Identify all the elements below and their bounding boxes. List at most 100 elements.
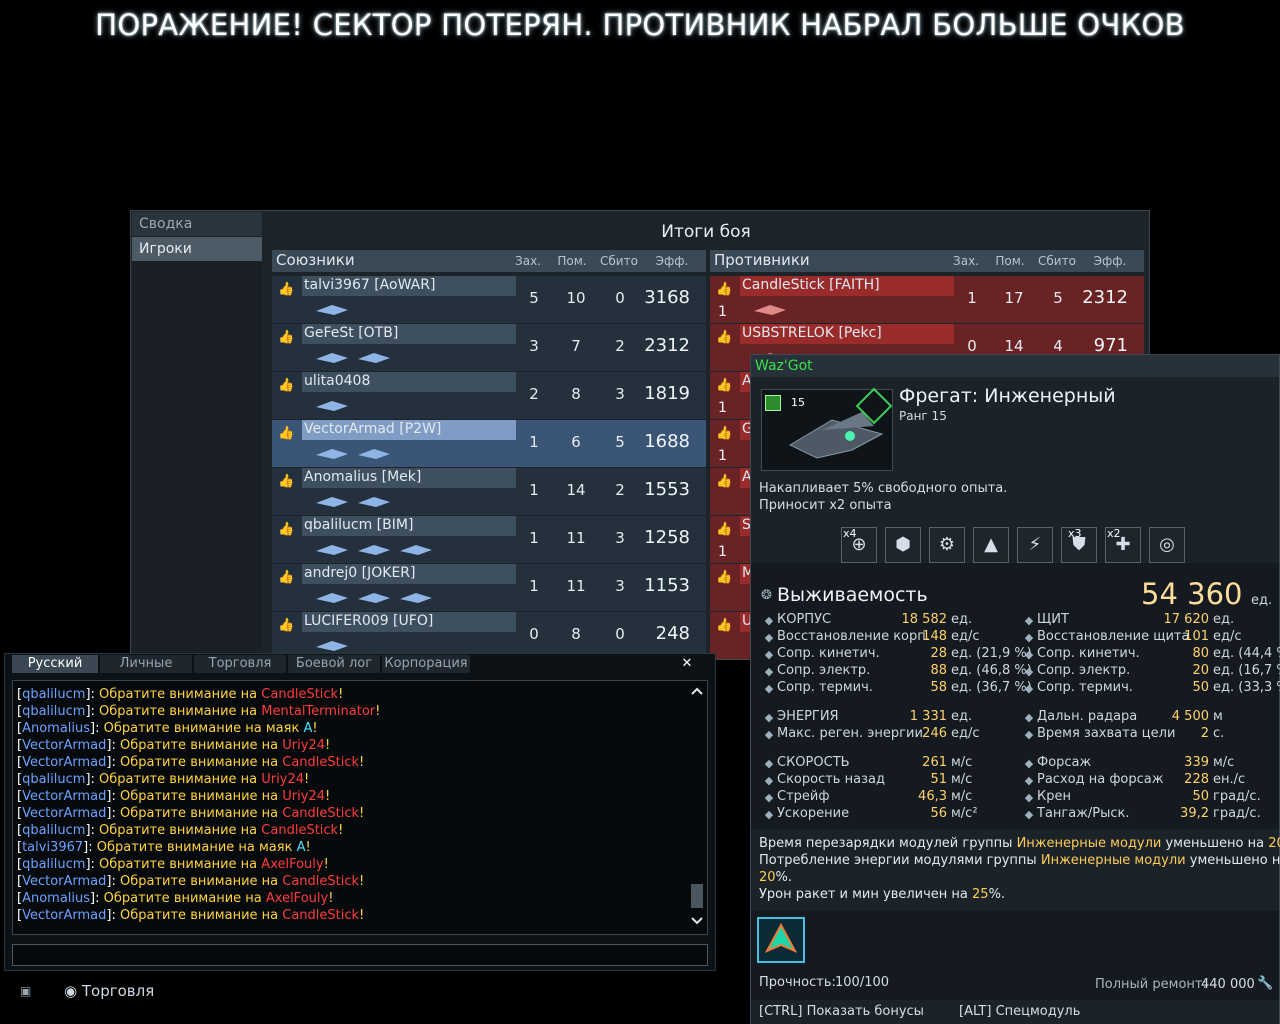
chat-tab-corporation[interactable]: Корпорация [382, 655, 470, 673]
chat-close-icon[interactable]: ✕ [678, 655, 696, 673]
stat-label: Скорость назад [777, 772, 885, 787]
chat-sender[interactable]: qbalilucm [22, 772, 85, 787]
like-icon[interactable]: 👍 [278, 474, 294, 489]
chat-target[interactable]: AxelFouly [266, 891, 328, 906]
desc-part: %. [988, 887, 1006, 902]
module-count-1: x4 [843, 527, 857, 540]
like-icon[interactable]: 👍 [716, 522, 732, 537]
chat-sender[interactable]: VectorArmad [22, 789, 106, 804]
tab-players[interactable]: Игроки [132, 237, 262, 261]
ally-row[interactable]: 👍 andrej0 [JOKER] 1 11 3 1153 [272, 564, 706, 611]
ship-icon[interactable] [752, 298, 792, 320]
enemy-row[interactable]: 👍 CandleStick [FAITH] 1 1 17 5 2312 [710, 276, 1144, 323]
ally-row[interactable]: 👍 qbalilucm [BIM] 1 11 3 1258 [272, 516, 706, 563]
ship-icon[interactable] [398, 586, 438, 608]
stat-icon: ◆ [764, 631, 774, 644]
chat-tab-russian[interactable]: Русский [12, 655, 98, 673]
player-name: GeFeSt [OTB] [302, 324, 516, 344]
chat-target[interactable]: AxelFouly [261, 857, 323, 872]
col-assist: Пом. [995, 254, 1025, 268]
chat-sender[interactable]: VectorArmad [22, 755, 106, 770]
stat-icon: ◆ [1024, 665, 1034, 678]
tab-summary[interactable]: Сводка [132, 212, 262, 236]
player-name: LUCIFER009 [UFO] [302, 612, 516, 632]
like-icon[interactable]: 👍 [716, 330, 732, 345]
chat-sender[interactable]: qbalilucm [22, 857, 85, 872]
like-icon[interactable]: 👍 [278, 618, 294, 633]
like-icon[interactable]: 👍 [716, 618, 732, 633]
ship-icon[interactable] [314, 442, 354, 464]
chat-sender[interactable]: VectorArmad [22, 874, 106, 889]
like-icon[interactable]: 👍 [716, 282, 732, 297]
chat-sender[interactable]: VectorArmad [22, 806, 106, 821]
ally-row[interactable]: 👍 LUCIFER009 [UFO] 0 8 0 248 [272, 612, 706, 659]
like-icon[interactable]: 👍 [278, 282, 294, 297]
ship-icon[interactable] [314, 538, 354, 560]
chat-text: Обратите внимание на [99, 704, 262, 719]
chat-sender[interactable]: qbalilucm [22, 823, 85, 838]
ship-icon[interactable] [314, 490, 354, 512]
chat-target[interactable]: MentalTerminator [261, 704, 375, 719]
chat-scrollbar[interactable] [688, 684, 706, 930]
like-icon[interactable]: 👍 [278, 522, 294, 537]
ship-icon[interactable] [356, 490, 396, 512]
ship-icon[interactable] [356, 586, 396, 608]
ship-icon[interactable] [314, 346, 354, 368]
chat-target[interactable]: CandleStick [282, 874, 359, 889]
ally-row[interactable]: 👍 ulita0408 2 8 3 1819 [272, 372, 706, 419]
like-icon[interactable]: 👍 [716, 570, 732, 585]
module-slot-icon[interactable]: ◎ [1149, 527, 1185, 563]
like-icon[interactable]: 👍 [278, 570, 294, 585]
ally-row[interactable]: 👍 GeFeSt [OTB] 3 7 2 2312 [272, 324, 706, 371]
chat-sender[interactable]: VectorArmad [22, 908, 106, 923]
chat-sender[interactable]: talvi3967 [22, 840, 83, 855]
chat-tab-combat-log[interactable]: Боевой лог [288, 655, 380, 673]
chat-target[interactable]: Uriy24 [282, 738, 325, 753]
like-icon[interactable]: 👍 [278, 378, 294, 393]
ship-icon[interactable] [356, 346, 396, 368]
player-name: qbalilucm [BIM] [302, 516, 516, 536]
chat-sender[interactable]: qbalilucm [22, 687, 85, 702]
chat-sender[interactable]: Anomalius [22, 721, 90, 736]
ally-row[interactable]: 👍 VectorArmad [P2W] 1 6 5 1688 [272, 420, 706, 467]
stat-unit: ед/с [951, 629, 980, 644]
chat-sender[interactable]: qbalilucm [22, 704, 85, 719]
module-slot-icon[interactable]: ⚡ [1017, 527, 1053, 563]
trade-channel-link[interactable]: ◉ Торговля [64, 982, 154, 1000]
like-icon[interactable]: 👍 [278, 426, 294, 441]
ally-row[interactable]: 👍 Anomalius [Mek] 1 14 2 1553 [272, 468, 706, 515]
module-slot-icon[interactable]: ⬢ [885, 527, 921, 563]
chat-tab-trade[interactable]: Торговля [194, 655, 286, 673]
chat-input[interactable] [12, 944, 708, 966]
chat-tab-private[interactable]: Личные [100, 655, 192, 673]
module-slot-icon[interactable]: ▲ [973, 527, 1009, 563]
chat-sender[interactable]: Anomalius [22, 891, 90, 906]
stat-label: КОРПУС [777, 612, 832, 627]
ship-icon[interactable] [356, 538, 396, 560]
module-slot-icon[interactable]: ⚙ [929, 527, 965, 563]
like-icon[interactable]: 👍 [278, 330, 294, 345]
chat-target[interactable]: CandleStick [261, 687, 338, 702]
chat-sender[interactable]: VectorArmad [22, 738, 106, 753]
ship-icon[interactable] [314, 298, 354, 320]
chat-target[interactable]: CandleStick [282, 908, 359, 923]
chat-target[interactable]: CandleStick [261, 823, 338, 838]
special-module-icon[interactable] [757, 917, 805, 963]
ship-icon[interactable] [356, 442, 396, 464]
desc-part: %. [775, 870, 793, 885]
chat-target[interactable]: Uriy24 [282, 789, 325, 804]
ally-row[interactable]: 👍 talvi3967 [AoWAR] 5 10 0 3168 [272, 276, 706, 323]
chat-toggle-icon[interactable]: ▣ [20, 984, 31, 998]
chat-target[interactable]: A [297, 840, 306, 855]
like-icon[interactable]: 👍 [716, 474, 732, 489]
chat-target[interactable]: CandleStick [282, 806, 359, 821]
like-icon[interactable]: 👍 [716, 378, 732, 393]
chat-target[interactable]: Uriy24 [261, 772, 304, 787]
ship-icon[interactable] [398, 538, 438, 560]
ship-icon[interactable] [314, 394, 354, 416]
chat-scrollbar-graphic[interactable] [688, 684, 706, 930]
like-icon[interactable]: 👍 [716, 426, 732, 441]
chat-target[interactable]: CandleStick [282, 755, 359, 770]
ship-icon[interactable] [314, 586, 354, 608]
chat-line: [VectorArmad]: Обратите внимание на Cand… [13, 805, 707, 822]
